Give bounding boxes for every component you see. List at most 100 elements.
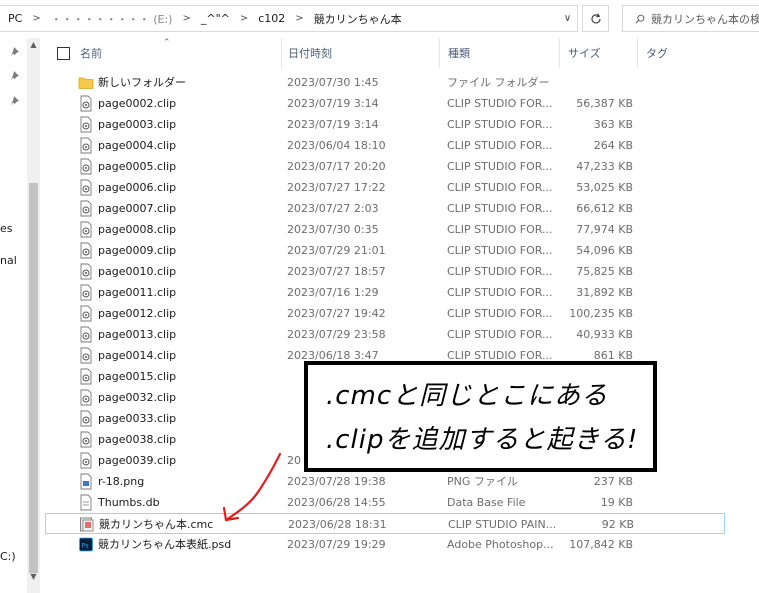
column-header-date[interactable]: 日付時刻 xyxy=(280,38,440,68)
file-name[interactable]: page0015.clip xyxy=(98,366,278,387)
file-type: Adobe Photoshop... xyxy=(447,538,554,551)
breadcrumb-separator-icon[interactable]: > xyxy=(295,13,303,24)
file-date: 2023/06/28 18:31 xyxy=(288,518,387,531)
file-name[interactable]: page0004.clip xyxy=(98,135,278,156)
clip-file-icon xyxy=(80,326,92,343)
file-row[interactable]: r-18.png 2023/07/28 19:38 PNG ファイル 237 KB xyxy=(45,471,725,492)
file-name[interactable]: page0038.clip xyxy=(98,429,278,450)
chevron-down-icon[interactable]: ∨ xyxy=(557,5,578,32)
breadcrumb-pc[interactable]: PC xyxy=(8,12,22,25)
file-name[interactable]: page0012.clip xyxy=(98,303,278,324)
breadcrumb-folder[interactable]: _^"^ xyxy=(201,12,230,25)
nav-item-label[interactable]: es xyxy=(0,222,13,235)
clip-file-icon xyxy=(80,368,92,385)
file-name[interactable]: page0013.clip xyxy=(98,324,278,345)
breadcrumb-drive[interactable]: ・・・・・・・・・ (E:) xyxy=(51,11,173,27)
file-type: CLIP STUDIO FOR... xyxy=(447,328,553,341)
file-name[interactable]: page0032.clip xyxy=(98,387,278,408)
file-row[interactable]: page0007.clip 2023/07/27 2:03 CLIP STUDIO … xyxy=(45,198,725,219)
file-row[interactable]: page0009.clip 2023/07/29 21:01 CLIP STUDIO… xyxy=(45,240,725,261)
clip-file-icon xyxy=(80,263,92,280)
search-input[interactable]: 競カリンちゃん本の検 xyxy=(622,5,759,32)
breadcrumb-separator-icon[interactable]: > xyxy=(182,13,190,24)
file-name[interactable]: page0011.clip xyxy=(98,282,278,303)
refresh-icon xyxy=(590,13,601,23)
clip-file-icon xyxy=(80,452,92,469)
file-row[interactable]: Ps 競カリンちゃん本表紙.psd 2023/07/29 19:29 Adobe Ph… xyxy=(45,534,725,555)
column-header-tag[interactable]: タグ xyxy=(638,38,759,68)
file-row[interactable]: page0005.clip 2023/07/17 20:20 CLIP STUDIO… xyxy=(45,156,725,177)
file-row[interactable]: page0013.clip 2023/07/29 23:58 CLIP STUDIO… xyxy=(45,324,725,345)
address-bar[interactable]: PC > ・・・・・・・・・ (E:) > _^"^ > c102 > 競カリン… xyxy=(0,5,578,32)
column-type-label: 種類 xyxy=(448,47,470,60)
file-name[interactable]: page0003.clip xyxy=(98,114,278,135)
column-header-name[interactable]: 名前 xyxy=(72,38,282,68)
scroll-down-icon[interactable]: ▼ xyxy=(27,572,40,584)
file-date: 2023/07/27 18:57 xyxy=(287,265,386,278)
column-name-label: 名前 xyxy=(80,47,102,60)
nav-scrollbar-thumb[interactable] xyxy=(29,183,38,573)
file-name[interactable]: page0010.clip xyxy=(98,261,278,282)
file-row-selected[interactable]: 競カリンちゃん本.cmc 2023/06/28 18:31 CLIP STUDIO … xyxy=(45,513,725,534)
file-name[interactable]: page0014.clip xyxy=(98,345,278,366)
clip-file-icon xyxy=(80,221,92,238)
clip-file-icon xyxy=(80,242,92,259)
file-size: 107,842 KB xyxy=(569,538,633,551)
file-type: Data Base File xyxy=(447,496,526,509)
file-date: 2023/07/19 3:14 xyxy=(287,97,379,110)
pin-icon[interactable] xyxy=(10,46,22,58)
file-size: 66,612 KB xyxy=(576,202,633,215)
file-row[interactable]: page0003.clip 2023/07/19 3:14 CLIP STUDIO … xyxy=(45,114,725,135)
clip-file-icon xyxy=(80,347,92,364)
file-row[interactable]: page0006.clip 2023/07/27 17:22 CLIP STUDIO… xyxy=(45,177,725,198)
svg-text:Ps: Ps xyxy=(82,542,90,550)
file-size: 92 KB xyxy=(601,518,634,531)
file-row[interactable]: page0002.clip 2023/07/19 3:14 CLIP STUDIO … xyxy=(45,93,725,114)
column-header-type[interactable]: 種類 xyxy=(440,38,560,68)
file-name[interactable]: page0033.clip xyxy=(98,408,278,429)
file-date: 2023/07/28 19:38 xyxy=(287,475,386,488)
nav-item-label[interactable]: C:) xyxy=(0,550,16,563)
file-row[interactable]: page0012.clip 2023/07/27 19:42 CLIP STUDIO… xyxy=(45,303,725,324)
nav-item-label[interactable]: nal xyxy=(0,254,17,267)
pin-icon[interactable] xyxy=(10,95,22,107)
file-type: CLIP STUDIO FOR... xyxy=(447,202,553,215)
file-date: 2023/07/27 2:03 xyxy=(287,202,379,215)
cmc-file-icon xyxy=(80,517,94,532)
pin-icon[interactable] xyxy=(10,70,22,82)
db-file-icon xyxy=(80,494,92,511)
file-type: PNG ファイル xyxy=(447,475,518,488)
file-row[interactable]: page0011.clip 2023/07/16 1:29 CLIP STUDIO … xyxy=(45,282,725,303)
clip-file-icon xyxy=(80,158,92,175)
annotation-line-2: .clipを追加すると起きる! xyxy=(326,425,639,455)
file-type: CLIP STUDIO FOR... xyxy=(447,265,553,278)
file-row[interactable]: Thumbs.db 2023/06/28 14:55 Data Base File 1… xyxy=(45,492,725,513)
file-name[interactable]: page0005.clip xyxy=(98,156,278,177)
file-name[interactable]: page0002.clip xyxy=(98,93,278,114)
file-row[interactable]: 新しいフォルダー 2023/07/30 1:45 ファイル フォルダー xyxy=(45,72,725,93)
file-type: ファイル フォルダー xyxy=(447,76,550,89)
file-name[interactable]: 競カリンちゃん本表紙.psd xyxy=(98,534,278,555)
clip-file-icon xyxy=(80,200,92,217)
file-name[interactable]: 新しいフォルダー xyxy=(98,72,278,93)
file-row[interactable]: page0010.clip 2023/07/27 18:57 CLIP STUDIO… xyxy=(45,261,725,282)
breadcrumb-separator-icon[interactable]: > xyxy=(32,13,40,24)
file-row[interactable]: page0004.clip 2023/06/04 18:10 CLIP STUDIO… xyxy=(45,135,725,156)
clip-file-icon xyxy=(80,389,92,406)
refresh-button[interactable] xyxy=(582,5,609,32)
file-size: 56,387 KB xyxy=(576,97,633,110)
column-size-label: サイズ xyxy=(568,47,601,60)
file-name[interactable]: page0009.clip xyxy=(98,240,278,261)
breadcrumb-current-folder[interactable]: 競カリンちゃん本 xyxy=(314,11,402,27)
file-date: 2023/07/30 0:35 xyxy=(287,223,379,236)
file-row[interactable]: page0008.clip 2023/07/30 0:35 CLIP STUDIO … xyxy=(45,219,725,240)
breadcrumb-c102[interactable]: c102 xyxy=(258,12,285,25)
file-name[interactable]: page0007.clip xyxy=(98,198,278,219)
breadcrumb-separator-icon[interactable]: > xyxy=(240,13,248,24)
scroll-up-icon[interactable]: ▲ xyxy=(27,40,40,52)
file-type: CLIP STUDIO FOR... xyxy=(447,307,553,320)
file-name[interactable]: page0006.clip xyxy=(98,177,278,198)
file-name[interactable]: page0008.clip xyxy=(98,219,278,240)
select-all-checkbox[interactable] xyxy=(57,47,70,60)
column-header-size[interactable]: サイズ xyxy=(560,38,638,68)
